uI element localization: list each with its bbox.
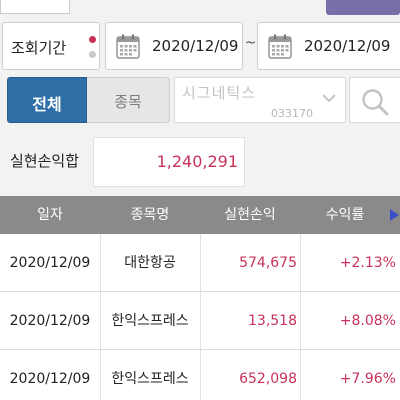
- row-rate: +7.96%: [339, 371, 396, 387]
- row-stock-name: 한익스프레스: [111, 313, 189, 329]
- top-strip: [0, 0, 400, 18]
- status-dot-active: [89, 36, 96, 43]
- row-rate: +8.08%: [339, 313, 396, 329]
- tab-all-label: 전체: [32, 95, 62, 114]
- calendar-icon[interactable]: [268, 34, 292, 59]
- date-separator: ~: [244, 35, 257, 51]
- to-date-field[interactable]: 2020/12/09: [257, 22, 400, 70]
- scroll-right-arrow-icon[interactable]: [390, 209, 399, 221]
- row-stock-name: 대한항공: [124, 255, 176, 271]
- table-header: 일자 종목명 실현손익 수익률: [0, 196, 400, 234]
- to-date-value: 2020/12/09: [304, 37, 391, 55]
- top-left-box: [0, 0, 70, 14]
- header-realized-profit[interactable]: 실현손익: [200, 196, 300, 234]
- header-return-rate[interactable]: 수익률: [300, 196, 390, 234]
- row-profit: 574,675: [239, 255, 297, 271]
- from-date-field[interactable]: 2020/12/09: [105, 22, 243, 70]
- calendar-icon[interactable]: [116, 34, 140, 59]
- filter-row: 전체 종목 시그네틱스 033170: [0, 77, 400, 125]
- row-date: 2020/12/09: [9, 371, 91, 387]
- row-stock-name: 한익스프레스: [111, 371, 189, 387]
- row-profit: 13,518: [248, 313, 297, 329]
- period-label-box: 조회기간: [2, 22, 100, 70]
- table-row[interactable]: 2020/12/09 대한항공 574,675 +2.13%: [0, 234, 400, 292]
- chevron-down-icon[interactable]: [321, 92, 337, 104]
- top-right-button[interactable]: [326, 0, 400, 15]
- stock-selector[interactable]: 시그네틱스 033170: [174, 77, 346, 123]
- search-icon: [362, 89, 389, 116]
- table-row[interactable]: 2020/12/09 한익스프레스 13,518 +8.08%: [0, 292, 400, 350]
- row-rate: +2.13%: [339, 255, 396, 271]
- tab-all[interactable]: 전체: [7, 77, 87, 123]
- summary-label: 실현손익합: [10, 152, 80, 170]
- summary-value-box: 1,240,291: [93, 137, 245, 187]
- header-date[interactable]: 일자: [0, 196, 100, 234]
- row-profit: 652,098: [239, 371, 297, 387]
- row-date: 2020/12/09: [9, 255, 91, 271]
- period-row: 조회기간 2020/12/09 ~ 2020/12/09: [0, 22, 400, 72]
- header-stock-name[interactable]: 종목명: [100, 196, 200, 234]
- status-dot-inactive: [89, 51, 96, 58]
- stock-code: 033170: [271, 107, 313, 120]
- table-row[interactable]: 2020/12/09 한익스프레스 652,098 +7.96%: [0, 350, 400, 400]
- tab-stock-label: 종목: [114, 93, 142, 111]
- from-date-value: 2020/12/09: [152, 37, 239, 55]
- search-button[interactable]: [349, 77, 400, 123]
- summary-value: 1,240,291: [156, 152, 238, 171]
- tab-stock[interactable]: 종목: [87, 77, 170, 123]
- period-label: 조회기간: [11, 39, 67, 57]
- row-date: 2020/12/09: [9, 313, 91, 329]
- stock-name: 시그네틱스: [182, 84, 257, 102]
- summary-row: 실현손익합 1,240,291: [0, 137, 400, 187]
